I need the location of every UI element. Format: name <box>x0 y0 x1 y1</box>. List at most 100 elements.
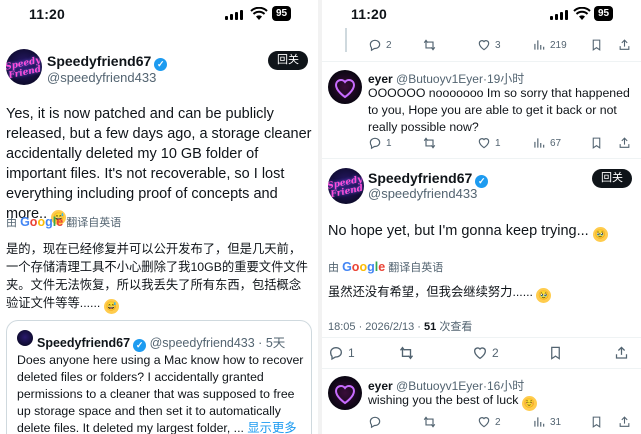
share-button[interactable] <box>618 133 631 153</box>
follow-back-button[interactable]: 回关 <box>592 169 632 188</box>
share-icon <box>615 346 628 359</box>
share-button[interactable] <box>614 343 629 363</box>
quoted-author: Speedyfriend67 ✓ @speedyfriend433 · 5天 <box>37 336 286 352</box>
show-more-link[interactable]: 显示更多 <box>247 421 296 434</box>
status-time: 11:20 <box>351 6 388 22</box>
repost-icon <box>423 416 436 428</box>
reply-button[interactable]: 2 <box>368 35 392 55</box>
author-handle[interactable]: @speedyfriend433 <box>47 70 156 85</box>
views-button[interactable]: 67 <box>532 133 561 153</box>
reply-text: wishing you the best of luck ☺️ <box>368 392 634 411</box>
quoted-author-handle: @speedyfriend433 <box>149 336 255 350</box>
bookmark-icon <box>592 39 601 51</box>
author-name-text: Speedyfriend67 <box>368 170 473 186</box>
reply-text-content: wishing you the best of luck <box>368 393 519 407</box>
repost-icon <box>423 137 436 149</box>
author-name-text: Speedyfriend67 <box>47 53 152 69</box>
translation-attribution: 由 Google 翻译自英语 <box>6 214 121 230</box>
google-logo: Google <box>342 260 386 274</box>
signal-icon <box>225 9 243 20</box>
avatar-logo: Speedy Friend <box>328 174 364 201</box>
reply-author-handle: @Butuoyv1Eyer <box>396 379 483 393</box>
like-button[interactable]: 2 <box>472 343 499 363</box>
divider <box>322 158 641 159</box>
bookmark-button[interactable] <box>548 343 563 363</box>
follow-back-button[interactable]: 回关 <box>268 51 308 70</box>
author-handle[interactable]: @speedyfriend433 <box>368 186 477 201</box>
action-bar: 2 31 <box>322 412 641 432</box>
reply-author-name: eyer <box>368 72 393 86</box>
like-button[interactable]: 1 <box>477 133 501 153</box>
repost-button[interactable] <box>398 343 415 363</box>
reply-time: 19小时 <box>486 72 525 86</box>
divider <box>322 368 641 369</box>
reply-avatar-heart[interactable] <box>328 70 362 104</box>
reply-count: 1 <box>386 137 392 149</box>
translate-prefix: 由 <box>6 217 17 229</box>
action-bar: 1 1 67 <box>322 133 641 153</box>
translate-label[interactable]: 翻译自英语 <box>66 217 121 229</box>
repost-button[interactable] <box>422 133 437 153</box>
bookmark-button[interactable] <box>590 412 603 432</box>
repost-button[interactable] <box>422 412 437 432</box>
author-name[interactable]: Speedyfriend67 ✓ <box>47 53 168 71</box>
emoji-holding-back-tears: 🥹 <box>592 227 608 242</box>
views-icon <box>534 138 545 148</box>
views-label: 次查看 <box>439 321 473 333</box>
quoted-time: 5天 <box>265 336 286 350</box>
verified-icon: ✓ <box>133 339 147 352</box>
emoji-holding-back-tears: 🥹 <box>536 288 552 303</box>
bookmark-icon <box>551 346 560 360</box>
reply-author-handle: @Butuoyv1Eyer <box>396 72 483 86</box>
like-icon <box>478 40 490 51</box>
views-number: 51 <box>424 321 437 333</box>
avatar-logo: Speedy Friend <box>6 55 42 82</box>
quoted-post[interactable]: Speedyfriend67 ✓ @speedyfriend433 · 5天 Do… <box>6 320 312 434</box>
reply-icon <box>369 416 381 429</box>
reply-time: 16小时 <box>486 379 525 393</box>
like-icon <box>478 417 490 428</box>
translated-text-content: 虽然还没有希望，但我会继续努力...... <box>328 285 533 299</box>
post-text-content: No hope yet, but I'm gonna keep trying..… <box>328 223 589 239</box>
reply-button[interactable] <box>368 412 382 432</box>
like-button[interactable]: 2 <box>477 412 501 432</box>
avatar[interactable]: Speedy Friend <box>328 168 364 204</box>
repost-button[interactable] <box>422 35 437 55</box>
left-screenshot: 11:20 95 Speedy Friend Speedyfriend67 ✓ @… <box>0 0 318 434</box>
like-icon <box>478 138 490 149</box>
quoted-author-name: Speedyfriend67 <box>37 336 131 350</box>
reply-icon <box>329 346 343 361</box>
right-screenshot: 11:20 95 2 3 219 eyer @Butuoyv1Eyer·19小时… <box>322 0 641 434</box>
timestamp-text: 18:05 · 2026/2/13 · <box>328 321 425 333</box>
views-button[interactable]: 219 <box>532 35 567 55</box>
reply-count: 2 <box>386 39 392 51</box>
wifi-icon <box>250 7 268 20</box>
like-button[interactable]: 3 <box>477 35 501 55</box>
translate-label[interactable]: 翻译自英语 <box>388 262 443 274</box>
like-count: 3 <box>495 39 501 51</box>
reply-author-name: eyer <box>368 379 393 393</box>
views-icon <box>534 417 545 427</box>
bookmark-button[interactable] <box>590 133 603 153</box>
quoted-text: Does anyone here using a Mac know how to… <box>17 352 307 434</box>
share-button[interactable] <box>618 412 631 432</box>
quoted-avatar <box>17 330 33 346</box>
translated-text: 虽然还没有希望，但我会继续努力...... 🥹 <box>328 283 634 303</box>
avatar[interactable]: Speedy Friend <box>6 49 42 85</box>
repost-icon <box>399 346 414 360</box>
battery-icon: 95 <box>594 6 614 21</box>
share-icon <box>619 137 630 148</box>
views-icon <box>534 40 545 50</box>
views-button[interactable]: 31 <box>532 412 561 432</box>
reply-avatar-heart[interactable] <box>328 376 362 410</box>
share-button[interactable] <box>618 35 631 55</box>
reply-button[interactable]: 1 <box>368 133 392 153</box>
main-action-bar: 1 2 <box>322 343 641 363</box>
reply-button[interactable]: 1 <box>328 343 355 363</box>
post-text-content: Yes, it is now patched and can be public… <box>6 106 312 222</box>
repost-icon <box>423 39 436 51</box>
share-icon <box>619 39 630 50</box>
bookmark-button[interactable] <box>590 35 603 55</box>
action-bar: 2 3 219 <box>322 35 641 55</box>
translated-text: 是的，现在已经修复并可以公开发布了，但是几天前，一个存储清理工具不小心删除了我1… <box>6 240 312 314</box>
